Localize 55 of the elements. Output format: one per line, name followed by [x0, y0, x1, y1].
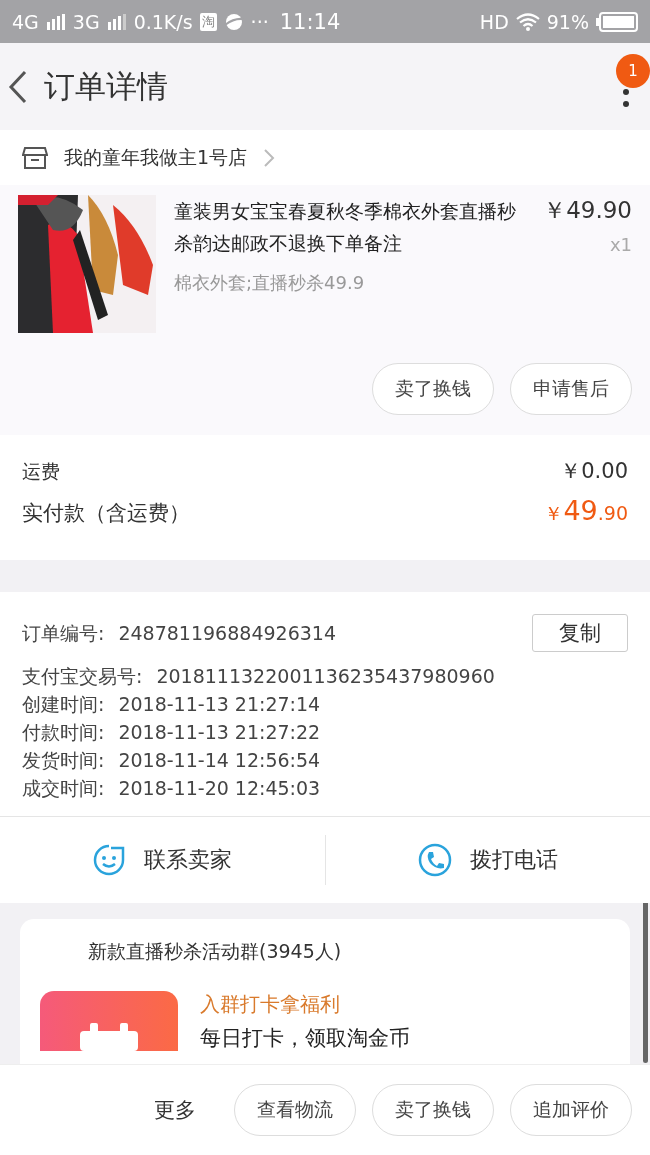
product-price: ￥49.90 [543, 196, 632, 225]
product-variant: 棉衣外套;直播秒杀49.9 [174, 271, 366, 295]
shop-name[interactable]: 我的童年我做主1号店 [64, 144, 248, 171]
promo-title: 入群打卡拿福利 [200, 991, 341, 1018]
paid-label: 实付款（含运费） [22, 500, 190, 527]
info-label: 订单编号: [22, 621, 105, 645]
network-label: 4G [12, 10, 39, 33]
info-label: 付款时间: [22, 720, 105, 744]
planet-icon [223, 11, 244, 32]
info-label: 支付宝交易号: [22, 664, 143, 688]
action-button[interactable]: 卖了换钱 [372, 363, 494, 415]
info-value: 2018-11-14 12:56:54 [118, 748, 321, 772]
shop-icon [22, 145, 48, 170]
wifi-icon [515, 12, 540, 31]
more-button[interactable]: 更多 [148, 1095, 202, 1125]
info-value: 2018-11-13 21:27:14 [118, 692, 321, 716]
calendar-tile-icon [40, 991, 178, 1051]
signal-icon [106, 13, 127, 30]
promo-text: 每日打卡，领取淘金币 [200, 1025, 410, 1052]
paid-amount: ￥49.90 [544, 495, 628, 527]
info-value: 248781196884926314 [118, 621, 336, 645]
info-label: 发货时间: [22, 748, 105, 772]
clock: 11:14 [279, 9, 341, 34]
product-title[interactable]: 童装男女宝宝春夏秋冬季棉衣外套直播秒杀韵达邮政不退换下单备注 [174, 195, 526, 259]
back-icon[interactable] [8, 69, 28, 104]
network-label: 3G [72, 10, 100, 33]
action-button[interactable]: 卖了换钱 [372, 1084, 494, 1136]
phone-icon [417, 843, 452, 877]
notification-badge: 1 [616, 53, 650, 88]
shipping-label: 运费 [22, 459, 60, 484]
signal-icon [45, 13, 66, 30]
group-card[interactable]: 新款直播秒杀活动群(3945人) 入群打卡拿福利 每日打卡，领取淘金币 [20, 919, 630, 1064]
info-value: 2018-11-13 21:27:22 [118, 720, 321, 744]
page-title: 订单详情 [44, 66, 168, 106]
copy-button[interactable]: 复制 [532, 614, 628, 652]
info-label: 创建时间: [22, 692, 105, 716]
info-value: 2018111322001136235437980960 [156, 664, 495, 688]
network-speed: 0.1K/s [133, 10, 193, 33]
action-button[interactable]: 追加评价 [510, 1084, 632, 1136]
group-title: 新款直播秒杀活动群(3945人) [88, 939, 343, 964]
contact-button[interactable]: 拨打电话 [325, 842, 650, 878]
more-notifications: ··· [250, 10, 269, 33]
shipping-fee: ￥0.00 [560, 458, 628, 485]
info-value: 2018-11-20 12:45:03 [118, 776, 321, 800]
app-badge: 淘 [199, 12, 217, 31]
action-button[interactable]: 查看物流 [234, 1084, 356, 1136]
action-button[interactable]: 申请售后 [510, 363, 632, 415]
battery-icon [596, 11, 638, 32]
contact-button[interactable]: 联系卖家 [0, 842, 325, 878]
info-label: 成交时间: [22, 776, 105, 800]
smiley-chat-icon [92, 843, 127, 877]
battery-percent: 91% [546, 10, 589, 33]
product-quantity: x1 [609, 234, 632, 255]
hd-label: HD [479, 10, 509, 33]
chevron-right-icon [263, 147, 276, 168]
